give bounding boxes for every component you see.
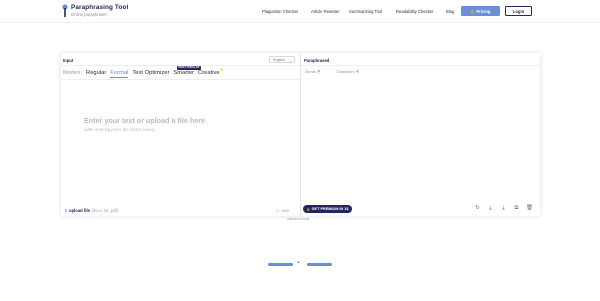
panel-header-divider (61, 65, 540, 66)
pager-bar-left[interactable] (268, 263, 293, 266)
site-header: Paraphrasing Tool Online paraphraser Pla… (0, 0, 600, 22)
upload-label: upload file (69, 208, 90, 213)
crown-icon: ♛ (220, 67, 224, 72)
modes-bar: Modes: Regular Formal Text Optimizer Sma… (63, 67, 224, 78)
word-limit-counter: 0 / 1000 (276, 209, 289, 213)
output-toolbar: ↻ ⤓ ⤓ ⧉ 🗑 (474, 205, 533, 212)
words-label: Words (305, 70, 316, 74)
characters-count: 0 (355, 69, 360, 74)
mode-smarter-label: Smarter (173, 70, 195, 76)
mode-smarter[interactable]: Smarter (173, 70, 194, 76)
crown-icon: ♛ (306, 206, 311, 212)
premium-subtext: unlimited words (287, 217, 310, 221)
upload-file-button[interactable]: ⇪ upload file (docx, txt, pdf) (64, 208, 118, 213)
language-value: English (273, 57, 285, 62)
chevron-down-icon[interactable]: ⌄ (296, 258, 301, 265)
download-alt-icon[interactable]: ⤓ (500, 205, 507, 212)
header-divider (0, 22, 600, 23)
mode-creative[interactable]: Creative ♛ (198, 67, 224, 76)
upload-icon: ⇪ (64, 208, 68, 213)
input-textarea-placeholder[interactable]: Enter your text or upload a file here (84, 116, 205, 125)
pricing-label: Pricing (476, 8, 491, 14)
language-select[interactable]: English ⌄ (269, 56, 295, 63)
download-icon[interactable]: ⤓ (487, 205, 494, 212)
reset-icon[interactable]: ↻ (474, 205, 481, 212)
nav-readability-checker[interactable]: Readability Checker (396, 9, 433, 14)
modes-label: Modes: (63, 70, 83, 76)
delete-icon[interactable]: 🗑 (526, 205, 533, 212)
mode-regular[interactable]: Regular (86, 70, 106, 76)
nav-plagiarism-checker[interactable]: Plagiarism Checker (262, 9, 298, 14)
logo-icon (62, 4, 68, 17)
site-logo[interactable]: Paraphrasing Tool Online paraphraser (62, 4, 128, 17)
characters-label: Characters (336, 70, 355, 74)
panel-divider (300, 53, 301, 216)
get-premium-button[interactable]: ♛ GET PREMIUM IN 1$ (303, 205, 352, 213)
characters-counter: Characters 0 (336, 69, 360, 74)
upload-hint: (docx, txt, pdf) (91, 208, 118, 213)
modes-divider (61, 79, 300, 80)
input-label: Input (63, 58, 74, 63)
logo-subtitle: Online paraphraser (71, 11, 107, 17)
input-placeholder-hint: (after entering press the button below) (84, 127, 155, 132)
nav-article-rewriter[interactable]: Article Rewriter (311, 9, 339, 14)
mode-creative-label: Creative (198, 70, 220, 76)
words-count: 0 (316, 69, 321, 74)
paraphrased-label: Paraphrased (304, 58, 330, 63)
copy-icon[interactable]: ⧉ (513, 205, 520, 212)
login-button[interactable]: Login (505, 6, 532, 16)
chevron-down-icon: ⌄ (288, 57, 292, 63)
words-counter: Words 0 (305, 69, 321, 74)
crown-icon: ♛ (470, 8, 475, 14)
most-popular-badge: MOST POPULAR (177, 66, 201, 70)
nav-blog[interactable]: Blog (446, 9, 454, 14)
mode-formal[interactable]: Formal (110, 70, 129, 78)
pricing-button[interactable]: ♛ Pricing (461, 6, 500, 16)
mode-text-optimizer[interactable]: Text Optimizer (132, 70, 169, 76)
nav-summarizing-tool[interactable]: Summarizing Tool (349, 9, 382, 14)
premium-label: GET PREMIUM IN 1$ (311, 207, 349, 211)
logo-title: Paraphrasing Tool (71, 4, 129, 12)
pager-bar-right[interactable] (307, 263, 332, 266)
